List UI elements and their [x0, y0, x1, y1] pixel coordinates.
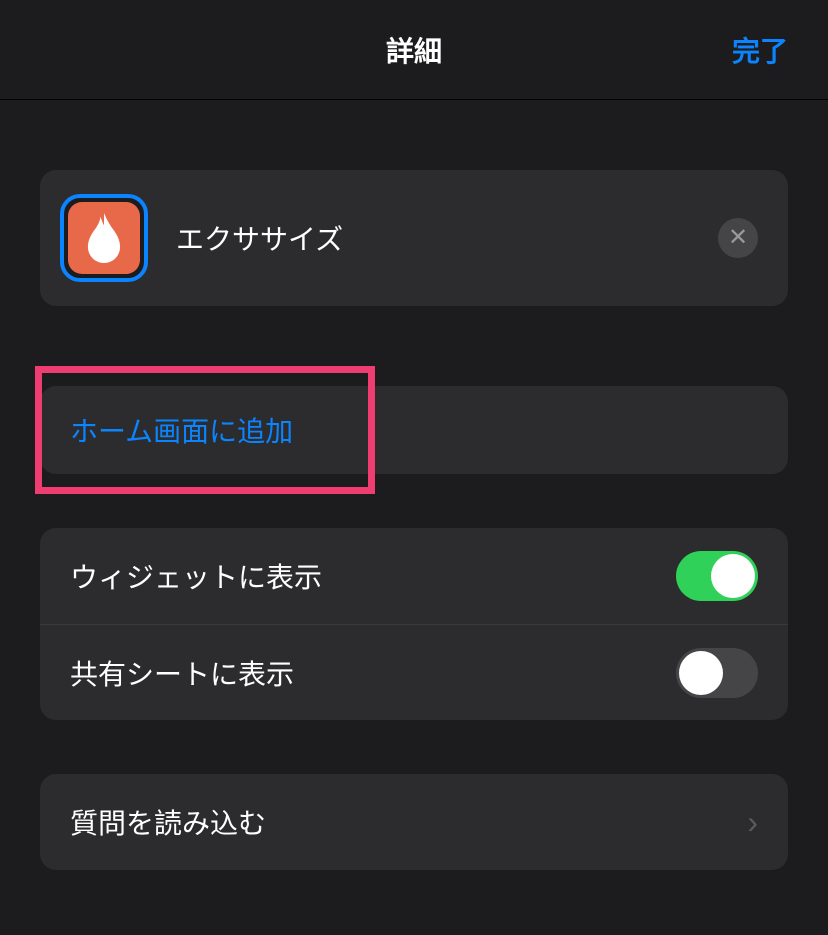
done-button[interactable]: 完了: [732, 30, 788, 70]
clear-button[interactable]: ✕: [718, 218, 758, 258]
shortcut-icon-button[interactable]: [60, 194, 148, 282]
shortcut-name-row: エクササイズ ✕: [40, 170, 788, 306]
add-to-home-wrapper: ホーム画面に追加: [40, 386, 788, 474]
add-to-home-button[interactable]: ホーム画面に追加: [40, 386, 788, 474]
shortcut-name-input[interactable]: エクササイズ: [176, 218, 718, 258]
share-sheet-label: 共有シートに表示: [70, 653, 294, 693]
widget-toggle[interactable]: [676, 551, 758, 601]
shortcut-icon: [68, 202, 140, 274]
add-to-home-label: ホーム画面に追加: [70, 410, 293, 450]
page-title: 詳細: [386, 30, 442, 70]
flame-icon: [82, 213, 126, 263]
toggle-knob: [679, 651, 723, 695]
share-sheet-toggle[interactable]: [676, 648, 758, 698]
display-settings-group: ウィジェットに表示 共有シートに表示: [40, 528, 788, 720]
content: エクササイズ ✕ ホーム画面に追加 ウィジェットに表示 共有シートに表示 質問を…: [0, 100, 828, 870]
import-questions-label: 質問を読み込む: [70, 802, 266, 842]
share-sheet-setting-row: 共有シートに表示: [40, 624, 788, 720]
header: 詳細 完了: [0, 0, 828, 100]
close-icon: ✕: [728, 226, 748, 250]
widget-setting-row: ウィジェットに表示: [40, 528, 788, 624]
toggle-knob: [711, 554, 755, 598]
widget-label: ウィジェットに表示: [70, 556, 322, 596]
chevron-right-icon: ›: [747, 804, 758, 841]
import-questions-button[interactable]: 質問を読み込む ›: [40, 774, 788, 870]
